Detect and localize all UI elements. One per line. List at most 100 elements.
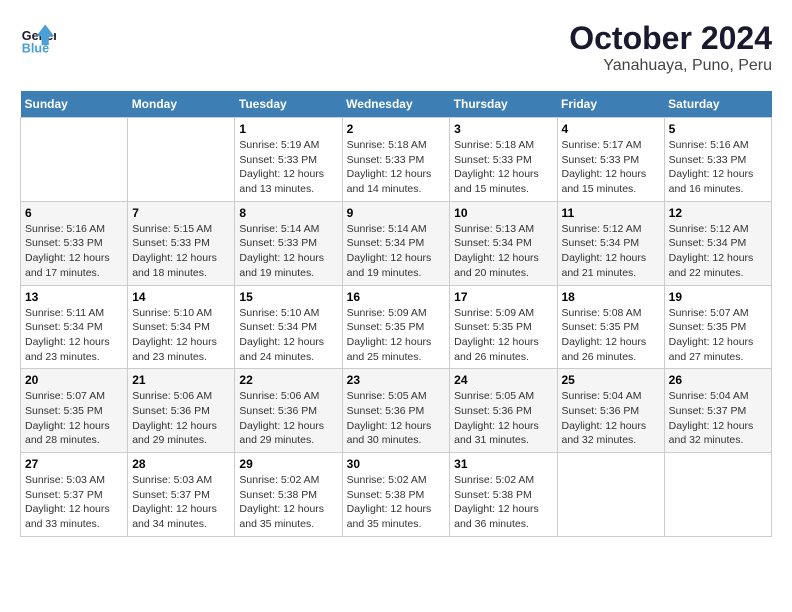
- calendar-cell: 17 Sunrise: 5:09 AM Sunset: 5:35 PM Dayl…: [450, 285, 557, 369]
- day-number: 7: [132, 206, 230, 220]
- day-info: Sunrise: 5:10 AM Sunset: 5:34 PM Dayligh…: [239, 306, 337, 365]
- day-number: 30: [347, 457, 446, 471]
- calendar-cell: 22 Sunrise: 5:06 AM Sunset: 5:36 PM Dayl…: [235, 369, 342, 453]
- calendar-cell: 26 Sunrise: 5:04 AM Sunset: 5:37 PM Dayl…: [664, 369, 771, 453]
- day-number: 1: [239, 122, 337, 136]
- calendar-cell: 6 Sunrise: 5:16 AM Sunset: 5:33 PM Dayli…: [21, 201, 128, 285]
- calendar-cell: 19 Sunrise: 5:07 AM Sunset: 5:35 PM Dayl…: [664, 285, 771, 369]
- day-info: Sunrise: 5:06 AM Sunset: 5:36 PM Dayligh…: [132, 389, 230, 448]
- calendar-cell: 1 Sunrise: 5:19 AM Sunset: 5:33 PM Dayli…: [235, 118, 342, 202]
- calendar-cell: 15 Sunrise: 5:10 AM Sunset: 5:34 PM Dayl…: [235, 285, 342, 369]
- calendar-cell: 10 Sunrise: 5:13 AM Sunset: 5:34 PM Dayl…: [450, 201, 557, 285]
- day-number: 9: [347, 206, 446, 220]
- weekday-header-thursday: Thursday: [450, 91, 557, 118]
- weekday-header-saturday: Saturday: [664, 91, 771, 118]
- calendar-cell: 29 Sunrise: 5:02 AM Sunset: 5:38 PM Dayl…: [235, 453, 342, 537]
- day-number: 26: [669, 373, 767, 387]
- week-row-5: 27 Sunrise: 5:03 AM Sunset: 5:37 PM Dayl…: [21, 453, 772, 537]
- day-number: 5: [669, 122, 767, 136]
- day-info: Sunrise: 5:02 AM Sunset: 5:38 PM Dayligh…: [454, 473, 552, 532]
- day-number: 10: [454, 206, 552, 220]
- calendar-cell: 2 Sunrise: 5:18 AM Sunset: 5:33 PM Dayli…: [342, 118, 450, 202]
- logo: General Blue General Blue: [20, 20, 56, 56]
- day-info: Sunrise: 5:16 AM Sunset: 5:33 PM Dayligh…: [25, 222, 123, 281]
- day-info: Sunrise: 5:16 AM Sunset: 5:33 PM Dayligh…: [669, 138, 767, 197]
- day-number: 21: [132, 373, 230, 387]
- day-number: 8: [239, 206, 337, 220]
- day-info: Sunrise: 5:07 AM Sunset: 5:35 PM Dayligh…: [669, 306, 767, 365]
- calendar-cell: [128, 118, 235, 202]
- day-number: 18: [562, 290, 660, 304]
- weekday-header-row: SundayMondayTuesdayWednesdayThursdayFrid…: [21, 91, 772, 118]
- day-info: Sunrise: 5:18 AM Sunset: 5:33 PM Dayligh…: [454, 138, 552, 197]
- day-info: Sunrise: 5:18 AM Sunset: 5:33 PM Dayligh…: [347, 138, 446, 197]
- day-info: Sunrise: 5:13 AM Sunset: 5:34 PM Dayligh…: [454, 222, 552, 281]
- page-header: General Blue General Blue October 2024 Y…: [20, 20, 772, 75]
- day-info: Sunrise: 5:05 AM Sunset: 5:36 PM Dayligh…: [454, 389, 552, 448]
- day-number: 15: [239, 290, 337, 304]
- calendar-cell: [664, 453, 771, 537]
- week-row-3: 13 Sunrise: 5:11 AM Sunset: 5:34 PM Dayl…: [21, 285, 772, 369]
- title-block: October 2024 Yanahuaya, Puno, Peru: [569, 20, 772, 75]
- day-number: 12: [669, 206, 767, 220]
- calendar-cell: 27 Sunrise: 5:03 AM Sunset: 5:37 PM Dayl…: [21, 453, 128, 537]
- calendar-cell: 11 Sunrise: 5:12 AM Sunset: 5:34 PM Dayl…: [557, 201, 664, 285]
- logo-icon: General Blue: [20, 20, 56, 56]
- calendar-cell: [21, 118, 128, 202]
- day-number: 27: [25, 457, 123, 471]
- day-number: 19: [669, 290, 767, 304]
- day-info: Sunrise: 5:14 AM Sunset: 5:34 PM Dayligh…: [347, 222, 446, 281]
- calendar-cell: 8 Sunrise: 5:14 AM Sunset: 5:33 PM Dayli…: [235, 201, 342, 285]
- weekday-header-monday: Monday: [128, 91, 235, 118]
- calendar-cell: 31 Sunrise: 5:02 AM Sunset: 5:38 PM Dayl…: [450, 453, 557, 537]
- day-number: 17: [454, 290, 552, 304]
- calendar-cell: 9 Sunrise: 5:14 AM Sunset: 5:34 PM Dayli…: [342, 201, 450, 285]
- day-number: 13: [25, 290, 123, 304]
- weekday-header-tuesday: Tuesday: [235, 91, 342, 118]
- day-number: 2: [347, 122, 446, 136]
- day-number: 6: [25, 206, 123, 220]
- calendar-cell: 16 Sunrise: 5:09 AM Sunset: 5:35 PM Dayl…: [342, 285, 450, 369]
- day-number: 4: [562, 122, 660, 136]
- calendar-cell: 30 Sunrise: 5:02 AM Sunset: 5:38 PM Dayl…: [342, 453, 450, 537]
- calendar-table: SundayMondayTuesdayWednesdayThursdayFrid…: [20, 91, 772, 537]
- day-number: 3: [454, 122, 552, 136]
- day-number: 22: [239, 373, 337, 387]
- day-number: 29: [239, 457, 337, 471]
- day-info: Sunrise: 5:17 AM Sunset: 5:33 PM Dayligh…: [562, 138, 660, 197]
- weekday-header-friday: Friday: [557, 91, 664, 118]
- day-info: Sunrise: 5:19 AM Sunset: 5:33 PM Dayligh…: [239, 138, 337, 197]
- calendar-cell: 23 Sunrise: 5:05 AM Sunset: 5:36 PM Dayl…: [342, 369, 450, 453]
- day-info: Sunrise: 5:10 AM Sunset: 5:34 PM Dayligh…: [132, 306, 230, 365]
- week-row-2: 6 Sunrise: 5:16 AM Sunset: 5:33 PM Dayli…: [21, 201, 772, 285]
- day-info: Sunrise: 5:04 AM Sunset: 5:36 PM Dayligh…: [562, 389, 660, 448]
- calendar-cell: 12 Sunrise: 5:12 AM Sunset: 5:34 PM Dayl…: [664, 201, 771, 285]
- calendar-cell: 25 Sunrise: 5:04 AM Sunset: 5:36 PM Dayl…: [557, 369, 664, 453]
- week-row-4: 20 Sunrise: 5:07 AM Sunset: 5:35 PM Dayl…: [21, 369, 772, 453]
- calendar-cell: 4 Sunrise: 5:17 AM Sunset: 5:33 PM Dayli…: [557, 118, 664, 202]
- day-info: Sunrise: 5:04 AM Sunset: 5:37 PM Dayligh…: [669, 389, 767, 448]
- weekday-header-sunday: Sunday: [21, 91, 128, 118]
- day-info: Sunrise: 5:03 AM Sunset: 5:37 PM Dayligh…: [132, 473, 230, 532]
- day-info: Sunrise: 5:08 AM Sunset: 5:35 PM Dayligh…: [562, 306, 660, 365]
- day-info: Sunrise: 5:02 AM Sunset: 5:38 PM Dayligh…: [347, 473, 446, 532]
- weekday-header-wednesday: Wednesday: [342, 91, 450, 118]
- calendar-cell: 5 Sunrise: 5:16 AM Sunset: 5:33 PM Dayli…: [664, 118, 771, 202]
- calendar-cell: 7 Sunrise: 5:15 AM Sunset: 5:33 PM Dayli…: [128, 201, 235, 285]
- week-row-1: 1 Sunrise: 5:19 AM Sunset: 5:33 PM Dayli…: [21, 118, 772, 202]
- calendar-cell: 14 Sunrise: 5:10 AM Sunset: 5:34 PM Dayl…: [128, 285, 235, 369]
- day-info: Sunrise: 5:11 AM Sunset: 5:34 PM Dayligh…: [25, 306, 123, 365]
- day-number: 28: [132, 457, 230, 471]
- calendar-cell: 13 Sunrise: 5:11 AM Sunset: 5:34 PM Dayl…: [21, 285, 128, 369]
- calendar-cell: 20 Sunrise: 5:07 AM Sunset: 5:35 PM Dayl…: [21, 369, 128, 453]
- day-number: 25: [562, 373, 660, 387]
- calendar-cell: 24 Sunrise: 5:05 AM Sunset: 5:36 PM Dayl…: [450, 369, 557, 453]
- day-info: Sunrise: 5:12 AM Sunset: 5:34 PM Dayligh…: [669, 222, 767, 281]
- day-info: Sunrise: 5:03 AM Sunset: 5:37 PM Dayligh…: [25, 473, 123, 532]
- day-number: 24: [454, 373, 552, 387]
- location-title: Yanahuaya, Puno, Peru: [569, 57, 772, 75]
- calendar-cell: 3 Sunrise: 5:18 AM Sunset: 5:33 PM Dayli…: [450, 118, 557, 202]
- day-info: Sunrise: 5:14 AM Sunset: 5:33 PM Dayligh…: [239, 222, 337, 281]
- day-number: 23: [347, 373, 446, 387]
- day-number: 31: [454, 457, 552, 471]
